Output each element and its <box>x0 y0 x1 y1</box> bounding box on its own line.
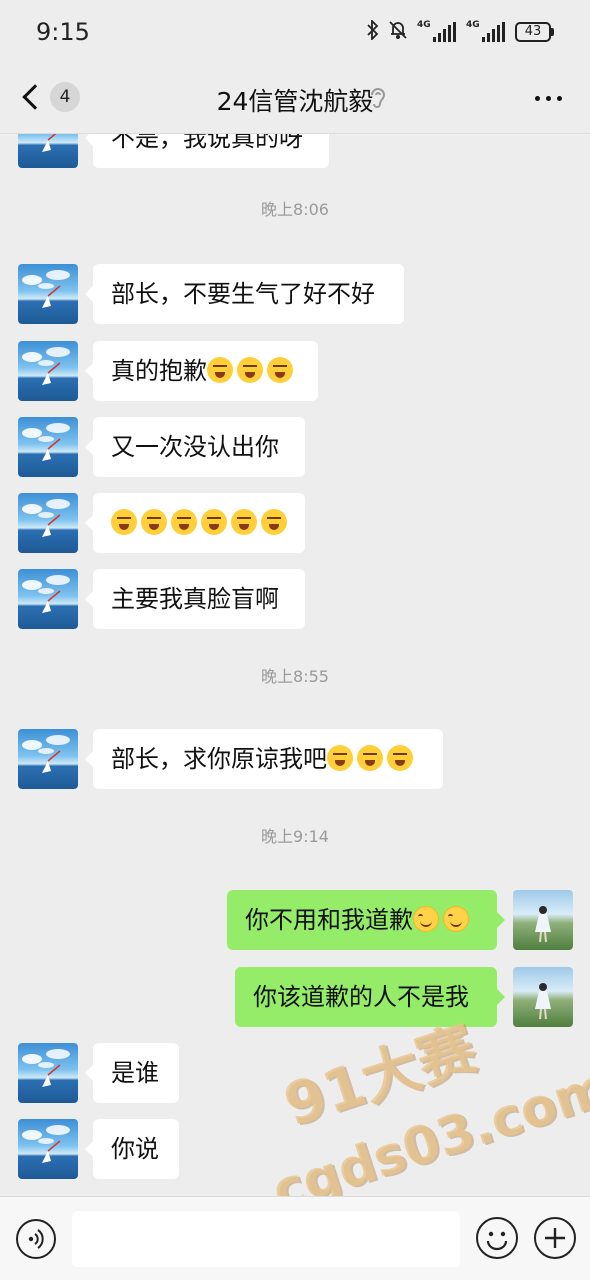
voice-button[interactable] <box>16 1219 56 1259</box>
message-input[interactable] <box>72 1211 460 1267</box>
message-text: 真的抱歉 <box>111 357 207 385</box>
message-timestamp: 晚上8:06 <box>261 200 329 219</box>
message-bubble[interactable] <box>85 493 305 553</box>
message-bubble[interactable]: 你不用和我道歉 <box>227 890 505 950</box>
message-bubble[interactable]: 部长，求你原谅我吧 <box>85 729 443 789</box>
message-bubble[interactable]: 真的抱歉 <box>85 341 318 401</box>
contact-avatar[interactable] <box>18 729 78 789</box>
received-message: 部长，求你原谅我吧 <box>0 729 590 789</box>
crying-face-emoji-icon <box>357 745 383 771</box>
crying-face-emoji-icon <box>111 509 137 535</box>
message-text: 你说 <box>111 1135 159 1163</box>
message-bubble[interactable]: 又一次没认出你 <box>85 417 305 477</box>
crying-face-emoji-icon <box>171 509 197 535</box>
contact-avatar[interactable] <box>18 569 78 629</box>
crying-face-emoji-icon <box>237 357 263 383</box>
message-text: 部长，不要生气了好不好 <box>111 280 375 308</box>
bluetooth-icon <box>367 18 379 44</box>
message-bubble[interactable]: 你该道歉的人不是我 <box>235 967 505 1027</box>
my-avatar[interactable] <box>513 890 573 950</box>
received-message: 主要我真脸盲啊 <box>0 569 590 629</box>
received-message <box>0 493 590 553</box>
message-text: 是谁 <box>111 1059 159 1087</box>
contact-avatar[interactable] <box>18 493 78 553</box>
contact-avatar[interactable] <box>18 417 78 477</box>
ear-icon <box>368 86 386 110</box>
sent-message: 你该道歉的人不是我 <box>0 967 590 1027</box>
message-bubble[interactable]: 你说 <box>85 1119 179 1179</box>
message-text: 又一次没认出你 <box>111 433 279 461</box>
received-message: 又一次没认出你 <box>0 417 590 477</box>
contact-avatar[interactable] <box>18 1119 78 1179</box>
emoji-icon <box>486 1231 508 1251</box>
message-text: 你该道歉的人不是我 <box>253 983 469 1011</box>
mute-bell-icon <box>389 20 407 44</box>
contact-avatar[interactable] <box>18 341 78 401</box>
my-avatar[interactable] <box>513 967 573 1027</box>
message-text: 你不用和我道歉 <box>245 906 413 934</box>
received-message: 你说 <box>0 1119 590 1179</box>
voice-icon <box>28 1229 44 1249</box>
signal-icon: 4G <box>417 20 456 42</box>
message-bubble[interactable]: 主要我真脸盲啊 <box>85 569 305 629</box>
chat-title: 24信管沈航毅 <box>216 87 374 116</box>
battery-icon: 43 <box>515 22 554 42</box>
status-bar: 9:15 4G 4G 43 <box>0 0 590 66</box>
sent-message: 你不用和我道歉 <box>0 890 590 950</box>
message-bubble[interactable]: 部长，不要生气了好不好 <box>85 264 404 324</box>
emoji-button[interactable] <box>476 1217 518 1259</box>
smiling-face-emoji-icon <box>443 906 469 932</box>
message-text: 主要我真脸盲啊 <box>111 585 279 613</box>
signal-icon-2: 4G <box>466 20 505 42</box>
crying-face-emoji-icon <box>327 745 353 771</box>
plus-icon <box>545 1228 565 1248</box>
received-message: 部长，不要生气了好不好 <box>0 264 590 324</box>
chat-header: 4 24信管沈航毅 <box>0 66 590 134</box>
plus-button[interactable] <box>534 1217 576 1259</box>
crying-face-emoji-icon <box>207 357 233 383</box>
crying-face-emoji-icon <box>231 509 257 535</box>
status-icons: 4G 4G 43 <box>367 18 554 44</box>
crying-face-emoji-icon <box>201 509 227 535</box>
message-text: 部长，求你原谅我吧 <box>111 745 327 773</box>
crying-face-emoji-icon <box>267 357 293 383</box>
more-button[interactable] <box>535 96 562 101</box>
received-message: 是谁 <box>0 1043 590 1103</box>
smiling-face-emoji-icon <box>413 906 439 932</box>
contact-avatar[interactable] <box>18 264 78 324</box>
input-bar <box>0 1196 590 1280</box>
received-message: 真的抱歉 <box>0 341 590 401</box>
message-bubble[interactable]: 是谁 <box>85 1043 179 1103</box>
crying-face-emoji-icon <box>141 509 167 535</box>
message-timestamp: 晚上9:14 <box>261 827 329 846</box>
crying-face-emoji-icon <box>387 745 413 771</box>
message-timestamp: 晚上8:55 <box>261 667 329 686</box>
contact-avatar[interactable] <box>18 1043 78 1103</box>
crying-face-emoji-icon <box>261 509 287 535</box>
status-time: 9:15 <box>36 18 90 46</box>
